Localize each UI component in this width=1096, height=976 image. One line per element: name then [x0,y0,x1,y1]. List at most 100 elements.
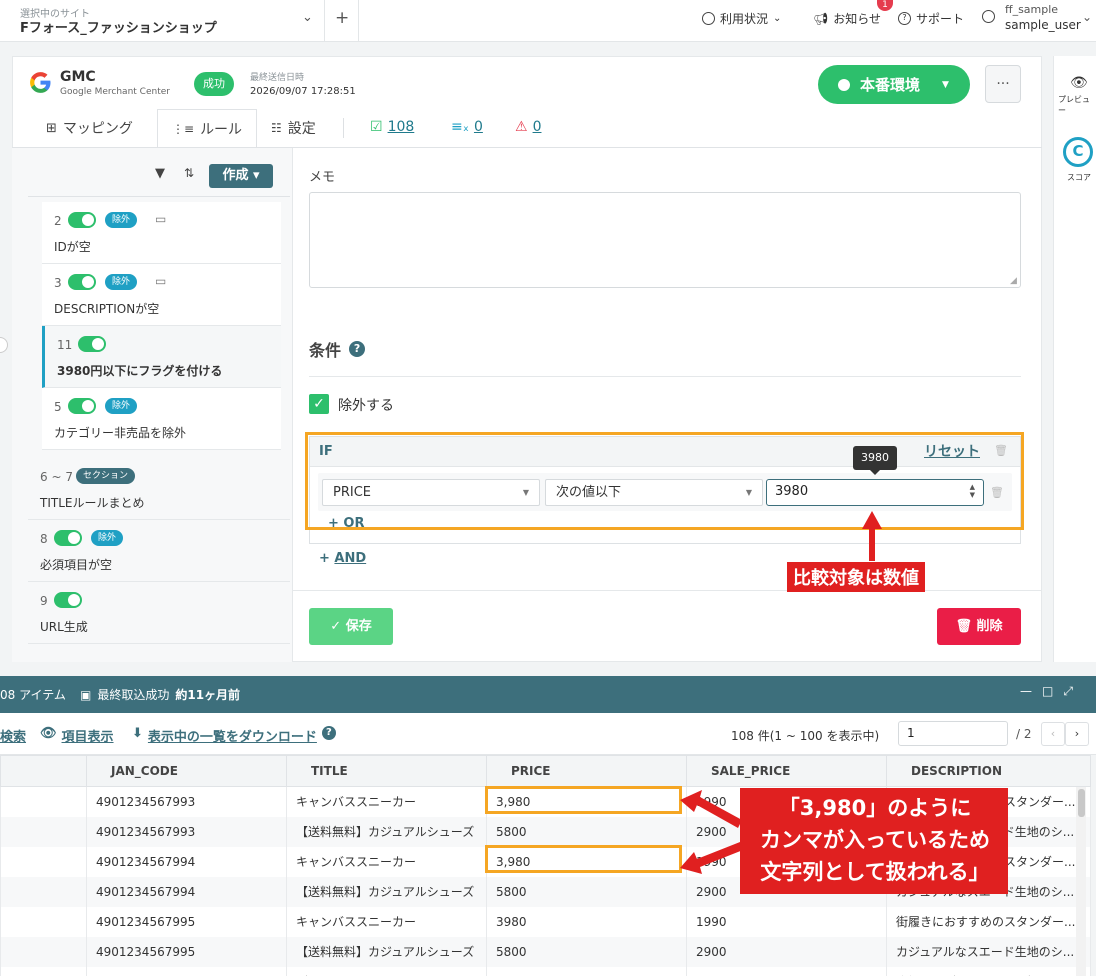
table-row[interactable]: 4901234567995 キャンバススニーカー 3980 1990 街履きにおすすめの… [0,906,1091,937]
download-label: 表示中の一覧をダウンロード [147,730,317,745]
tab-settings[interactable]: ☷ 設定 [257,109,330,147]
string-note: 「3,980」のように カンマが入っているため 文字列として扱われる」 [740,788,1008,894]
count-all-link[interactable]: ☑ 108 [370,119,414,135]
table-cell: 合計品のデニム ジーンズです [886,966,1091,976]
table-row[interactable]: 4901234567996デニムパンツ4800024000合計品のデニム ジーン… [0,966,1091,976]
save-label: 保存 [345,619,372,634]
rule-item[interactable]: 3 除外 ▭ DESCRIPTIONが空 [42,264,281,326]
rule-item[interactable]: 5 除外 カテゴリー非売品を除外 [42,388,281,450]
megaphone-icon: 📢︎ [813,11,829,26]
preview-label[interactable]: プレビュー [1058,94,1096,116]
string-note-line: カンマが入っているため [760,828,990,852]
count-warning-link[interactable]: ⚠ 0 [515,119,541,135]
page-total: / 2 [1016,727,1032,741]
column-header[interactable]: DESCRIPTION [886,755,1091,787]
channel-name: GMC [60,69,96,85]
table-cell: 1990 [686,906,887,937]
next-page-button[interactable]: › [1065,722,1089,746]
rule-name: DESCRIPTIONが空 [54,302,160,316]
conditions-heading: 条件 ? [309,337,366,361]
divider [28,196,290,197]
user-name[interactable]: sample_user [1005,18,1081,32]
divider [324,0,325,42]
count-all[interactable]: 108 [388,119,415,135]
string-note-line: 「3,980」のように [778,796,972,820]
score-label[interactable]: スコア [1067,172,1091,183]
tab-rule[interactable]: ⋮≡ ルール [157,109,258,148]
save-button[interactable]: ✓ 保存 [309,608,393,645]
support-menu[interactable]: ? サポート [898,10,964,27]
page-input[interactable]: 1 [898,721,1008,746]
display-columns-link[interactable]: 👁︎ 項目表示 [40,726,114,745]
column-header[interactable]: JAN_CODE [86,755,287,787]
rule-item[interactable]: 2 除外 ▭ IDが空 [42,202,281,264]
column-header[interactable]: SALE_PRICE [686,755,887,787]
more-button[interactable]: ··· [985,65,1021,103]
table-cell: キャンバススニーカー [286,846,487,877]
help-icon[interactable]: ? [349,341,366,357]
help-icon[interactable]: ? [321,726,336,740]
count-excluded-link[interactable]: ≡ₓ 0 [451,119,483,135]
exclude-tag: 除外 [105,398,138,414]
list-exclude-icon: ≡ₓ [451,119,469,135]
eye-icon[interactable]: 👁︎ [1070,75,1088,91]
rule-toggle[interactable] [78,336,106,352]
rule-number: 3 [54,276,62,290]
rule-item-active[interactable]: 11 3980円以下にフラグを付ける [42,326,281,388]
collapse-handle[interactable] [0,337,8,353]
table-cell: キャンバススニーカー [286,906,487,937]
chevron-down-icon[interactable]: ⌄ [302,10,313,25]
create-button[interactable]: 作成 ▾ [209,164,273,188]
score-icon[interactable]: C [1063,137,1093,167]
column-header[interactable]: TITLE [286,755,487,787]
rule-toggle[interactable] [54,592,82,608]
count-excluded[interactable]: 0 [474,119,483,135]
count-warning[interactable]: 0 [533,119,542,135]
channel-subtitle: Google Merchant Center [60,87,170,97]
rule-name: IDが空 [54,240,91,254]
column-header[interactable] [0,755,87,787]
download-link[interactable]: ⬇ 表示中の一覧をダウンロード ? [132,726,336,745]
filter-icon[interactable]: ▼ [155,166,165,181]
table-row[interactable]: 4901234567995 【送料無料】カジュアルシューズ 5800 2900 カジュア… [0,936,1091,967]
exclude-tag: 除外 [91,530,124,546]
rule-item[interactable]: 8 除外 必須項目が空 [28,520,290,582]
table-cell: 48000 [486,966,687,976]
window-controls[interactable]: —□⤢ [1020,684,1083,699]
chevron-down-icon[interactable]: ⌄ [1082,10,1092,24]
last-import-value: 約11ヶ月前 [175,688,241,702]
rule-toggle[interactable] [54,530,82,546]
scrollbar-thumb[interactable] [1078,789,1085,817]
table-cell: 4901234567995 [86,936,287,967]
environment-button[interactable]: 本番環境 ▼ [818,65,970,104]
and-link[interactable]: + AND [319,551,366,566]
search-link[interactable]: 検索 [0,726,26,745]
calendar-icon: ▣ [80,687,92,702]
sort-icon[interactable]: ⇅ [184,166,194,180]
eye-icon: 👁︎ [40,726,57,741]
tab-mapping[interactable]: ⊞ マッピング [32,109,147,147]
user-icon[interactable] [982,10,995,23]
column-header[interactable]: PRICE [486,755,687,787]
prev-page-button[interactable]: ‹ [1041,722,1065,746]
mapping-icon: ⊞ [46,120,57,136]
rule-number: 8 [40,532,48,546]
table-cell: 【送料無料】カジュアルシューズ [286,936,487,967]
news-menu[interactable]: 📢︎ お知らせ [813,10,881,27]
memo-textarea[interactable] [309,192,1021,288]
rule-number: 5 [54,400,62,414]
rule-section-item[interactable]: 6 ~ 7 セクション TITLEルールまとめ [28,458,290,520]
rule-name: URL生成 [40,620,88,634]
site-selector-name[interactable]: Fフォース_ファッションショップ [20,17,217,36]
delete-button[interactable]: 🗑︎ 削除 [937,608,1021,645]
table-cell: 街履きにおすすめのスタンダー... [886,906,1091,937]
rule-toggle[interactable] [68,212,96,228]
rule-item[interactable]: 9 URL生成 [28,582,290,644]
exclude-checkbox[interactable]: ✓ [309,394,329,414]
usage-menu[interactable]: 利用状況 ⌄ [702,10,781,27]
rule-toggle[interactable] [68,274,96,290]
resize-handle-icon[interactable]: ◢ [1010,276,1017,286]
price-highlight-box [485,786,682,814]
plus-icon[interactable]: + [335,8,349,28]
rule-toggle[interactable] [68,398,96,414]
